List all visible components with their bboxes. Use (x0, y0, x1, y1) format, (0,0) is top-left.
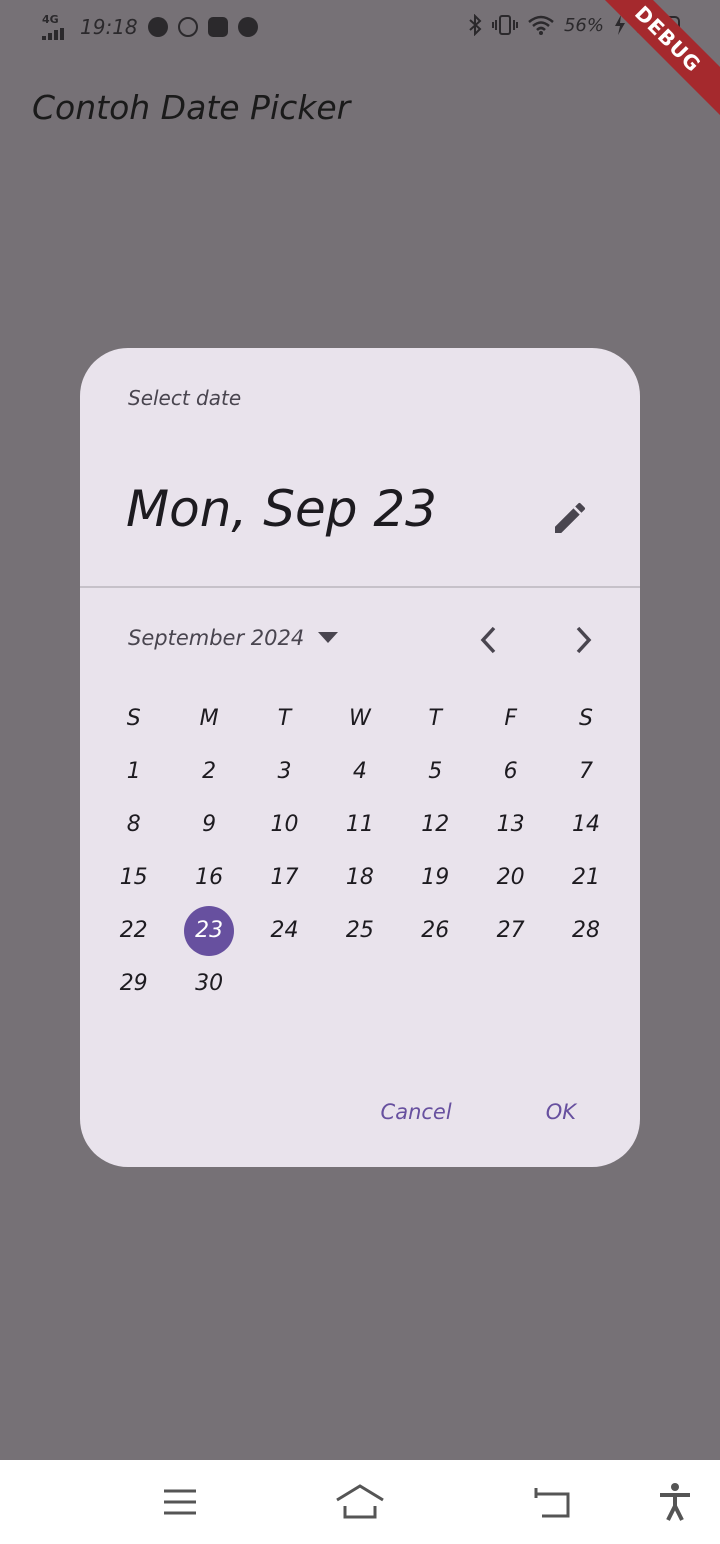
calendar-day[interactable]: 18 (322, 851, 397, 904)
network-indicator: 4G (40, 14, 70, 40)
home-button[interactable] (335, 1482, 385, 1522)
weekday-header: T (277, 706, 292, 731)
calendar-day[interactable]: 25 (322, 904, 397, 957)
edit-date-button[interactable] (546, 494, 594, 542)
next-month-button[interactable] (568, 622, 600, 658)
previous-month-button[interactable] (472, 622, 504, 658)
header-divider (80, 586, 640, 588)
status-time: 19:18 (80, 15, 138, 39)
calendar-day[interactable]: 4 (322, 745, 397, 798)
calendar-day[interactable]: 10 (247, 798, 322, 851)
calendar-day[interactable]: 15 (96, 851, 171, 904)
calendar-day[interactable]: 16 (171, 851, 246, 904)
chevron-right-icon (576, 626, 592, 654)
calendar-day[interactable]: 30 (171, 957, 246, 1010)
calendar-day[interactable]: 2 (171, 745, 246, 798)
calendar-day[interactable]: 8 (96, 798, 171, 851)
week-row: 29 30 (96, 957, 624, 1010)
dialog-actions: Cancel OK (381, 1100, 576, 1124)
month-year-selector[interactable]: September 2024 (128, 626, 339, 650)
empty-cell (247, 957, 322, 1010)
calendar-day[interactable]: 24 (247, 904, 322, 957)
whatsapp-icon (177, 17, 198, 37)
signal-bars-icon (42, 28, 64, 40)
wifi-icon (528, 15, 554, 35)
chevron-left-icon (480, 626, 496, 654)
weekday-header: T (428, 706, 442, 731)
dropdown-arrow-icon (318, 632, 339, 643)
status-bar-left: 4G 19:18 (40, 14, 258, 40)
back-icon (534, 1488, 570, 1518)
empty-cell (548, 957, 623, 1010)
weekday-header: W (348, 706, 371, 731)
accessibility-button[interactable] (650, 1482, 700, 1522)
calendar-day[interactable]: 6 (473, 745, 548, 798)
calendar-day[interactable]: 12 (398, 798, 473, 851)
weekday-header: F (504, 706, 517, 731)
week-row: 8 9 10 11 12 13 14 (96, 798, 624, 851)
calendar-day[interactable]: 29 (96, 957, 171, 1010)
calendar-day[interactable]: 28 (548, 904, 623, 957)
accessibility-icon (660, 1483, 690, 1521)
system-nav-bar (0, 1460, 720, 1544)
cancel-button[interactable]: Cancel (381, 1100, 452, 1124)
weekday-header: S (579, 706, 594, 731)
calendar-day-selected[interactable]: 23 (171, 904, 246, 957)
telegram-icon (237, 17, 258, 37)
calendar-day[interactable]: 21 (548, 851, 623, 904)
empty-cell (473, 957, 548, 1010)
calendar-day[interactable]: 9 (171, 798, 246, 851)
menu-icon (164, 1489, 196, 1515)
calendar-day[interactable]: 27 (473, 904, 548, 957)
calendar-day[interactable]: 14 (548, 798, 623, 851)
pencil-icon (555, 502, 586, 533)
calendar-day[interactable]: 5 (398, 745, 473, 798)
discord-icon (207, 17, 228, 37)
empty-cell (322, 957, 397, 1010)
selected-day-label: 23 (195, 918, 224, 943)
status-bar: 4G 19:18 56% (0, 0, 720, 56)
weekday-header: S (126, 706, 141, 731)
spotify-icon (147, 17, 168, 37)
weekday-header: M (199, 706, 219, 731)
dialog-label: Select date (128, 386, 242, 410)
calendar-day[interactable]: 3 (247, 745, 322, 798)
calendar-day[interactable]: 19 (398, 851, 473, 904)
week-row: 22 23 24 25 26 27 28 (96, 904, 624, 957)
month-year-label: September 2024 (128, 626, 305, 650)
calendar-day[interactable]: 1 (96, 745, 171, 798)
home-icon (336, 1484, 384, 1519)
calendar-day[interactable]: 17 (247, 851, 322, 904)
network-type: 4G (42, 13, 59, 26)
selected-date-headline: Mon, Sep 23 (126, 480, 437, 538)
calendar-day[interactable]: 20 (473, 851, 548, 904)
calendar-day[interactable]: 26 (398, 904, 473, 957)
page-title: Contoh Date Picker (32, 88, 351, 127)
recent-apps-button[interactable] (155, 1482, 205, 1522)
calendar-day[interactable]: 7 (548, 745, 623, 798)
battery-percent: 56% (563, 14, 604, 36)
calendar-grid: S M T W T F S 1 2 3 4 5 6 7 8 9 10 11 12… (96, 692, 624, 1010)
calendar-day[interactable]: 22 (96, 904, 171, 957)
week-row: 15 16 17 18 19 20 21 (96, 851, 624, 904)
back-button[interactable] (525, 1482, 575, 1522)
calendar-day[interactable]: 11 (322, 798, 397, 851)
bluetooth-icon (469, 14, 482, 36)
date-picker-dialog: Select date Mon, Sep 23 September 2024 S… (80, 348, 640, 1167)
week-row: 1 2 3 4 5 6 7 (96, 745, 624, 798)
empty-cell (398, 957, 473, 1010)
vibrate-icon (491, 15, 518, 35)
calendar-day[interactable]: 13 (473, 798, 548, 851)
ok-button[interactable]: OK (546, 1100, 576, 1124)
weekday-header-row: S M T W T F S (96, 692, 624, 745)
